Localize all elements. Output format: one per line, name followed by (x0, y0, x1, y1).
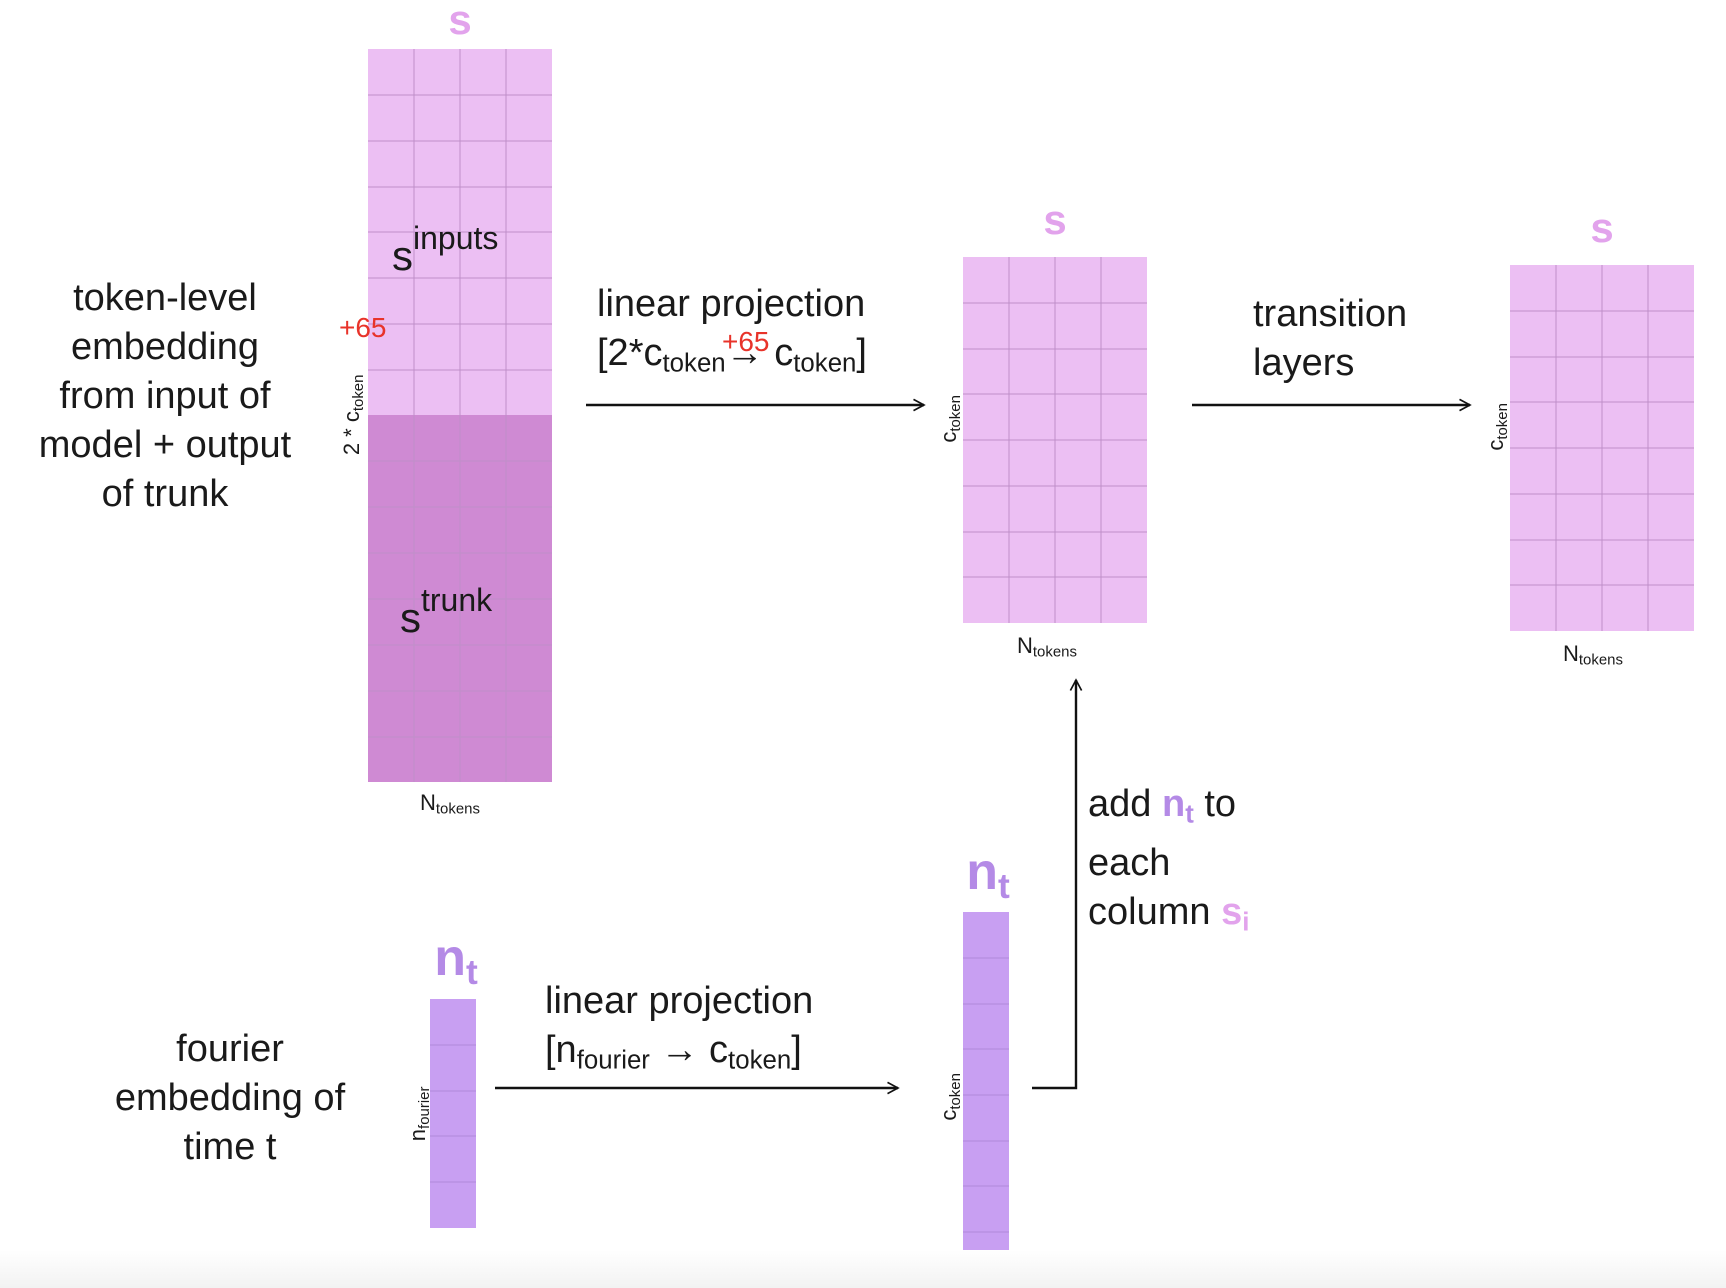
add-line3-a: column (1088, 891, 1222, 934)
symbol-nt-fourier: nt (416, 928, 496, 993)
dim-nfourier-sub: fourier (415, 1086, 433, 1129)
dim-2ctoken-sub: token (349, 374, 367, 412)
dim-ctoken-projected-c: c (936, 431, 962, 443)
add-line1-b: to (1193, 783, 1237, 825)
dim-ntokens-projected: Ntokens (1017, 633, 1077, 661)
lp2-l2-e: ] (791, 1029, 802, 1071)
symbol-nt-fourier-base: n (434, 929, 466, 987)
lp1-l2-e: ] (856, 332, 867, 374)
s-trunk-sup: trunk (421, 582, 493, 618)
add-line1-n: n (1161, 783, 1186, 825)
dim-ctoken-nt-c: c (936, 1109, 962, 1121)
s-trunk-base: s (400, 594, 421, 641)
symbol-s-output: s (1590, 204, 1614, 251)
annotation-plus65-left: +65 (339, 312, 387, 343)
s-projected-block (963, 257, 1147, 623)
lp1-l2-a: [2*c (597, 332, 663, 374)
s-inputs-base: s (392, 232, 413, 279)
token-embedding-line3: from input of (59, 375, 271, 417)
dim-ntokens-input-sub: tokens (435, 800, 480, 818)
lp2-l2-c: → c (649, 1029, 729, 1071)
footer-band (0, 1250, 1726, 1288)
dim-ctoken-output-sub: token (1493, 403, 1511, 440)
add-line1-t: t (1185, 800, 1194, 829)
fourier-embedding-label: fourier embedding of time t (90, 1025, 370, 1172)
symbol-nt-projected-sub: t (997, 866, 1010, 906)
dim-ntokens-output-n: N (1563, 641, 1579, 666)
s-inputs-label: sinputs (392, 220, 498, 280)
token-embedding-line5: of trunk (101, 473, 229, 515)
arrow-add-nt (1032, 678, 1083, 1090)
dim-2ctoken-c: 2 * c (339, 411, 365, 456)
dim-ctoken-nt: ctoken (936, 1062, 964, 1132)
transition-line2: layers (1253, 342, 1355, 384)
n-fourier-block (430, 999, 476, 1228)
add-line1-a: add (1088, 783, 1162, 825)
lp2-l2-a: [n (545, 1029, 577, 1071)
transition-layers-label: transition layers (1253, 290, 1407, 388)
n-projected-block (963, 912, 1009, 1278)
dim-ctoken-projected: ctoken (936, 384, 964, 454)
symbol-nt-projected: nt (948, 842, 1028, 907)
symbol-nt-projected-base: n (966, 843, 998, 901)
s-inputs-sup: inputs (413, 220, 499, 256)
dim-ntokens-input-n: N (420, 790, 436, 815)
dim-ntokens-output-sub: tokens (1578, 651, 1623, 669)
transition-line1: transition (1253, 293, 1408, 335)
add-line3-i: i (1242, 908, 1250, 937)
token-embedding-line4: model + output (38, 424, 292, 466)
linear-projection-2-line2: [nfourier → ctoken] (545, 1026, 813, 1085)
dim-nfourier: nfourier (405, 1071, 433, 1157)
add-nt-line2: each (1088, 842, 1171, 885)
linear-projection-1-line1: linear projection (597, 283, 866, 325)
dim-nfourier-n: n (405, 1128, 431, 1142)
linear-projection-2-label: linear projection [nfourier → ctoken] (545, 977, 813, 1085)
token-embedding-label: token-level embedding from input of mode… (10, 274, 320, 519)
add-nt-line3: column si (1088, 888, 1249, 947)
dim-ctoken-output: ctoken (1483, 392, 1511, 462)
dim-ctoken-output-c: c (1483, 439, 1509, 451)
add-nt-line1: add nt to (1088, 780, 1249, 839)
dim-2ctoken: 2 * ctoken (339, 360, 367, 470)
dim-ctoken-nt-sub: token (946, 1073, 964, 1110)
linear-projection-2-line1: linear projection (545, 980, 814, 1022)
dim-ntokens-output: Ntokens (1563, 641, 1623, 669)
lp2-l2-d: token (728, 1046, 792, 1075)
dim-ntokens-projected-sub: tokens (1032, 643, 1077, 661)
s-output-block (1510, 265, 1694, 631)
dim-ctoken-projected-sub: token (946, 395, 964, 432)
lp1-l2-d: token (793, 349, 857, 378)
add-nt-label: add nt to each column si (1088, 780, 1249, 948)
fourier-embedding-line2: embedding of (114, 1077, 346, 1119)
s-trunk-label: strunk (400, 582, 492, 642)
token-embedding-line1: token-level (73, 277, 257, 319)
fourier-embedding-line3: time t (183, 1126, 277, 1168)
dim-ntokens-input: Ntokens (420, 790, 480, 818)
lp2-l2-b: fourier (576, 1046, 650, 1075)
symbol-s-projected: s (1043, 196, 1067, 243)
symbol-s-input: s (448, 0, 472, 43)
s-input-trunk-block (368, 49, 552, 782)
add-line3-s: s (1221, 891, 1243, 934)
annotation-plus65-middle: +65 (722, 326, 770, 357)
lp1-l2-b: token (662, 349, 726, 378)
dim-ntokens-projected-n: N (1017, 633, 1033, 658)
symbol-nt-fourier-sub: t (465, 952, 478, 992)
fourier-embedding-line1: fourier (176, 1028, 284, 1070)
token-embedding-line2: embedding (70, 326, 260, 368)
